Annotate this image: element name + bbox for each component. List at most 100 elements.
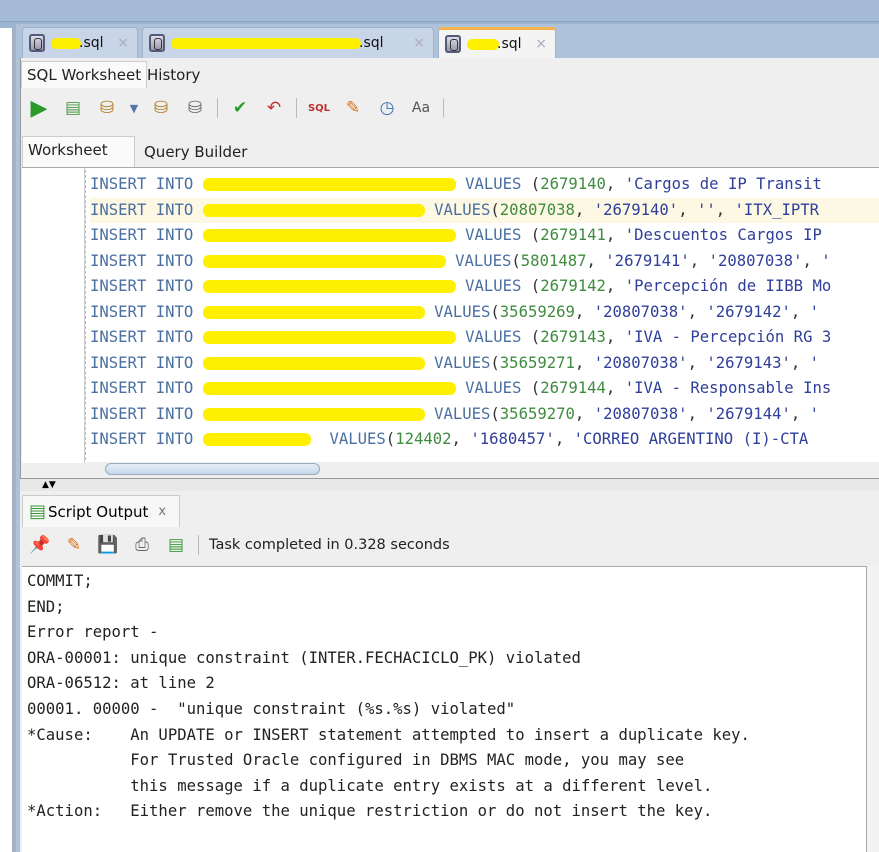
code-line[interactable]: INSERT INTO VALUES (2679140, 'Cargos de … — [90, 172, 879, 197]
left-panel — [0, 28, 13, 852]
code-text: , — [790, 302, 810, 321]
tab-query-builder[interactable]: Query Builder — [139, 139, 252, 165]
tab-sql-worksheet[interactable]: SQL Worksheet — [21, 61, 148, 88]
string-literal: 'IVA - Responsable Ins — [624, 379, 832, 397]
rollback-icon[interactable]: ↶ — [262, 96, 286, 120]
tab-script-output[interactable]: ▤ Script Output x — [22, 495, 180, 527]
output-line: ORA-06512: at line 2 — [27, 674, 215, 693]
code-rest: VALUES (2679140, 'Cargos de IP Transit — [456, 175, 822, 193]
keyword: INSERT INTO — [90, 404, 203, 423]
code-text: , — [689, 251, 709, 270]
string-literal: ' — [809, 404, 820, 423]
close-icon[interactable]: × — [413, 35, 425, 51]
keyword: INSERT INTO — [90, 277, 203, 295]
keyword: INSERT INTO — [90, 226, 203, 244]
keyword: INSERT INTO — [90, 430, 203, 448]
redacted-table-name — [202, 382, 456, 395]
code-rest: VALUES (2679143, 'IVA - Percepción RG 3 — [456, 328, 832, 346]
code-text: , — [715, 200, 735, 219]
code-text: , — [687, 404, 707, 423]
string-literal: 'Descuentos Cargos IP — [624, 226, 822, 244]
code-line[interactable]: INSERT INTO VALUES(20807038, '2679140', … — [90, 197, 879, 223]
sql-file-icon — [149, 34, 165, 52]
unshared-sql-icon[interactable]: SQL — [307, 96, 331, 120]
code-text: , — [574, 404, 594, 423]
redacted-name — [467, 38, 499, 50]
clear-icon[interactable]: ✎ — [62, 533, 86, 557]
keyword: VALUES — [329, 430, 386, 448]
code-text: , — [790, 404, 810, 423]
code-line[interactable]: INSERT INTO VALUES(35659269, '20807038',… — [90, 300, 879, 325]
redacted-table-name — [202, 356, 425, 370]
code-text: , — [605, 328, 625, 346]
code-line[interactable]: INSERT INTO VALUES (2679144, 'IVA - Resp… — [90, 376, 879, 401]
code-rest: VALUES(5801487, '2679141', '20807038', ' — [446, 252, 831, 270]
sql-tuning-icon[interactable]: ⛁ — [183, 96, 207, 120]
script-output-label: Script Output — [48, 502, 149, 521]
code-line[interactable]: INSERT INTO VALUES(35659270, '20807038',… — [90, 402, 879, 427]
number-literal: 2679144 — [540, 379, 606, 397]
format-icon[interactable]: Aa — [409, 96, 433, 120]
code-text: ( — [490, 404, 500, 423]
code-text: , — [574, 200, 594, 219]
scrollbar-thumb[interactable] — [105, 463, 320, 475]
code-line[interactable]: INSERT INTO VALUES (2679143, 'IVA - Perc… — [90, 325, 879, 350]
task-status: Task completed in 0.328 seconds — [209, 537, 450, 553]
output-line: COMMIT; — [27, 572, 93, 590]
code-line[interactable]: INSERT INTO VALUES(35659271, '20807038',… — [90, 351, 879, 376]
keyword: INSERT INTO — [90, 328, 203, 346]
number-literal: 2679140 — [540, 175, 606, 193]
string-literal: 'CORREO ARGENTINO (I)-CTA — [573, 430, 809, 448]
code-text: ( — [521, 277, 541, 295]
keyword: INSERT INTO — [90, 353, 203, 372]
dropdown-icon[interactable]: ▼ — [129, 96, 139, 120]
clear-icon[interactable]: ✎ — [341, 96, 365, 120]
keyword: VALUES — [434, 302, 491, 321]
run-statement-icon[interactable]: ▶ — [27, 96, 51, 121]
redacted-table-name — [202, 433, 311, 446]
splitter-arrows-icon[interactable]: ▲▼ — [42, 480, 56, 490]
save-icon[interactable]: 💾 — [96, 533, 120, 557]
run-script-icon[interactable]: ▤ — [61, 96, 85, 120]
explain-plan-icon[interactable]: ⛁ — [149, 96, 173, 120]
string-literal: 'IVA - Percepción RG 3 — [624, 328, 832, 346]
commit-icon[interactable]: ✔ — [228, 96, 252, 120]
keyword: INSERT INTO — [90, 200, 203, 219]
separator — [443, 98, 444, 118]
panel-splitter[interactable]: ▲▼ — [20, 478, 879, 491]
code-line[interactable]: INSERT INTO VALUES(124402, '1680457', 'C… — [90, 427, 879, 452]
string-literal: '20807038' — [593, 302, 688, 321]
code-line[interactable]: INSERT INTO VALUES (2679141, 'Descuentos… — [90, 223, 879, 248]
code-text: , — [605, 277, 625, 295]
code-line[interactable]: INSERT INTO VALUES(5801487, '2679141', '… — [90, 249, 879, 274]
redacted-table-name — [202, 229, 456, 242]
redacted-table-name — [202, 254, 446, 268]
run-script-icon[interactable]: ▤ — [164, 533, 188, 557]
redacted-name — [51, 37, 81, 49]
print-icon[interactable]: ⎙ — [130, 533, 154, 557]
code-line[interactable]: INSERT INTO VALUES (2679142, 'Percepción… — [90, 274, 879, 299]
keyword: VALUES — [465, 379, 522, 397]
close-icon[interactable]: × — [117, 35, 129, 51]
close-icon[interactable]: x — [158, 504, 166, 519]
file-tab-3[interactable]: .sql × — [438, 27, 556, 58]
autotrace-icon[interactable]: ⛁ — [95, 96, 119, 120]
output-toolbar: 📌 ✎ 💾 ⎙ ▤ Task completed in 0.328 second… — [28, 533, 450, 557]
code-text: ( — [385, 430, 396, 448]
close-icon[interactable]: × — [535, 36, 547, 52]
tab-history[interactable]: History — [142, 62, 205, 88]
code-text: ( — [521, 328, 541, 346]
tab-worksheet[interactable]: Worksheet — [22, 136, 135, 167]
sql-file-icon — [29, 34, 45, 52]
redacted-table-name — [202, 203, 425, 217]
history-icon[interactable]: ◷ — [375, 96, 399, 120]
output-scrollbar[interactable] — [866, 566, 879, 852]
pin-icon[interactable]: 📌 — [28, 533, 52, 557]
code-text: , — [687, 302, 707, 321]
file-tab-2[interactable]: .sql × — [142, 27, 434, 58]
number-literal: 2679143 — [540, 328, 606, 346]
file-tab-1[interactable]: .sql × — [22, 27, 138, 58]
